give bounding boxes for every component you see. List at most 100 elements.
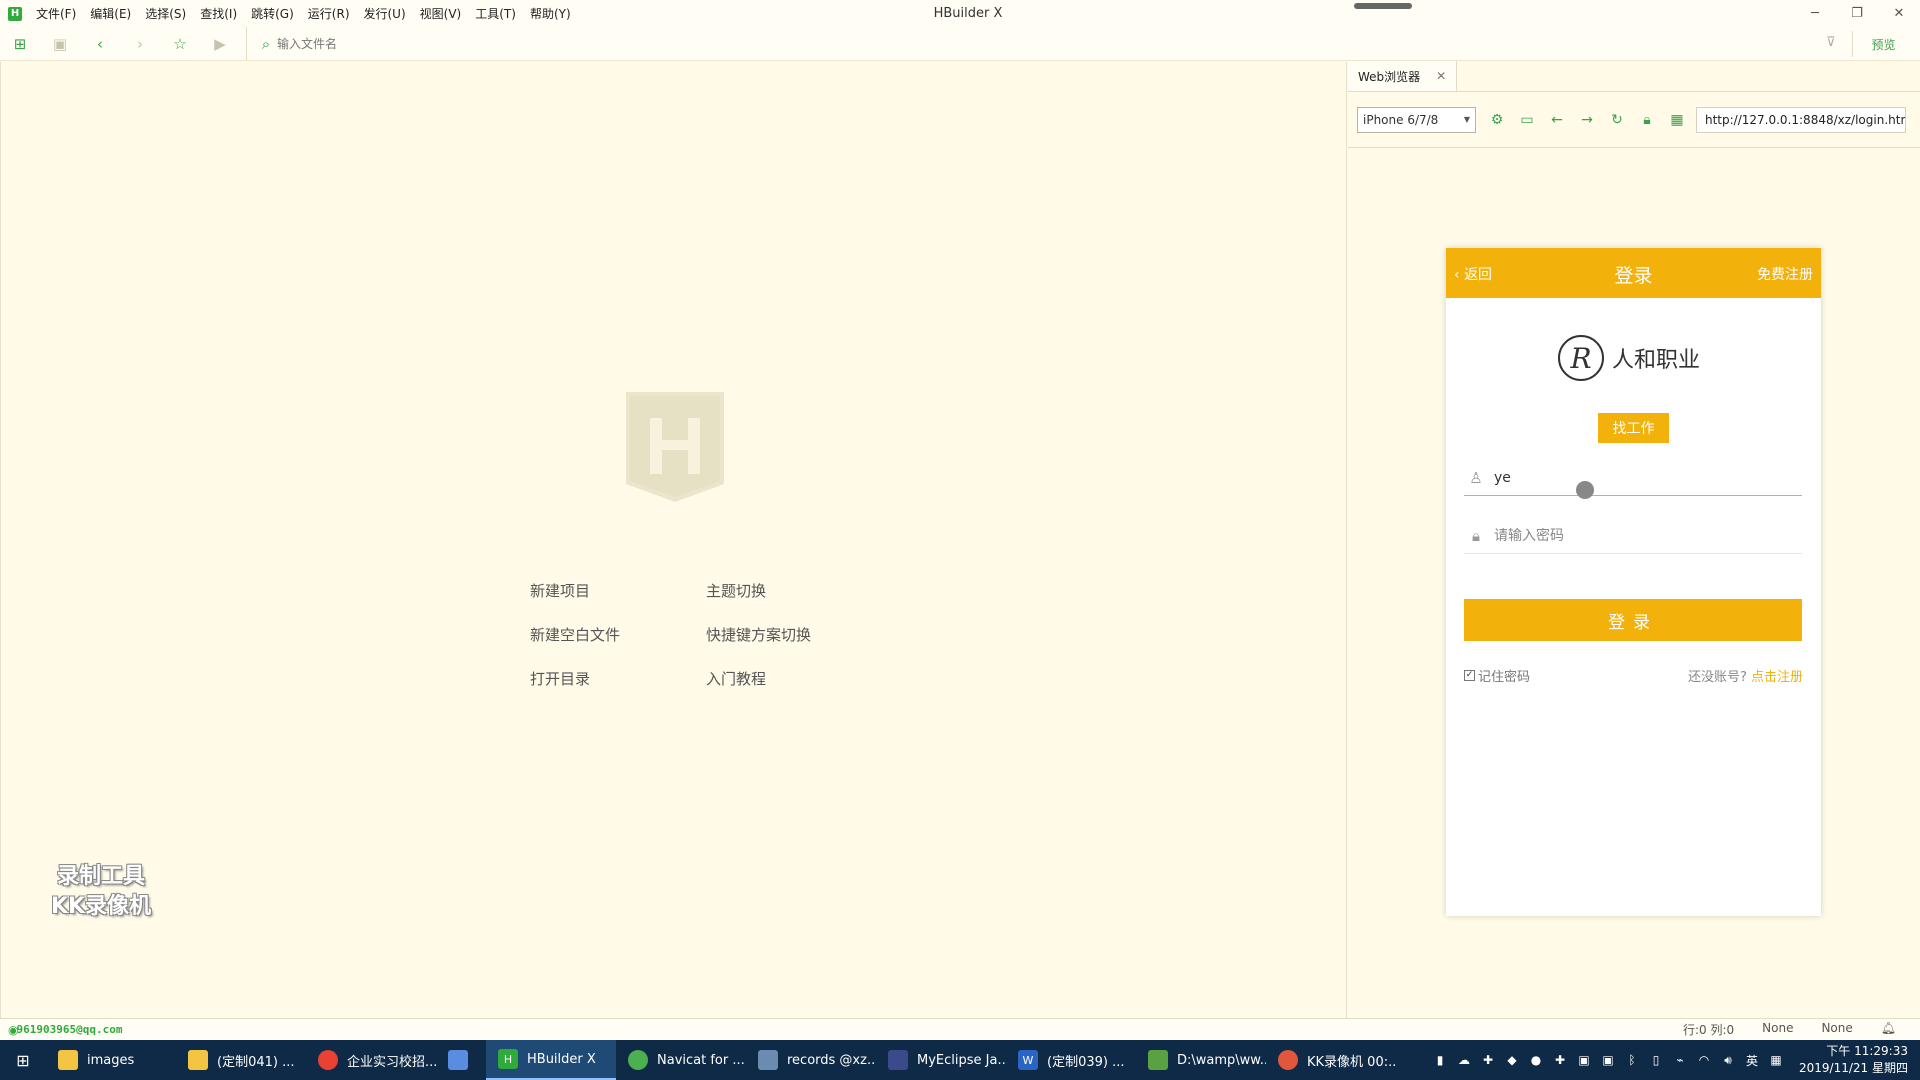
console-icon[interactable]: ▭ [1512, 112, 1542, 128]
wifi-icon[interactable]: ◠ [1692, 1053, 1716, 1067]
encoding-status[interactable]: None [1762, 1021, 1793, 1038]
password-input[interactable] [1494, 527, 1774, 544]
keymap-switch-link[interactable]: 快捷键方案切换 [706, 624, 866, 645]
remember-checkbox[interactable]: ✓ [1464, 670, 1475, 681]
grid-icon[interactable]: ▦ [1662, 112, 1692, 128]
tutorial-link[interactable]: 入门教程 [706, 668, 866, 689]
forward-arrow-icon[interactable]: → [1572, 112, 1602, 128]
new-blank-file-link[interactable]: 新建空白文件 [530, 624, 706, 645]
network-icon[interactable]: ⌁ [1668, 1053, 1692, 1067]
welcome-links: 新建项目 主题切换 新建空白文件 快捷键方案切换 打开目录 入门教程 [530, 580, 866, 689]
taskbar-item[interactable]: MyEclipse Ja... [876, 1040, 1006, 1080]
login-button[interactable]: 登录 [1464, 599, 1802, 641]
menu-help[interactable]: 帮助(Y) [530, 5, 571, 22]
new-file-icon[interactable]: ⊞ [0, 35, 40, 53]
menu-edit[interactable]: 编辑(E) [90, 5, 131, 22]
device-select-value: iPhone 6/7/8 [1363, 112, 1439, 127]
back-icon[interactable]: ‹ [80, 35, 120, 53]
cursor-position: 行:0 列:0 [1682, 1023, 1735, 1037]
new-project-link[interactable]: 新建项目 [530, 580, 706, 601]
usb-icon[interactable]: ▯ [1644, 1053, 1668, 1067]
menu-publish[interactable]: 发行(U) [364, 5, 406, 22]
tray-icon[interactable]: ▮ [1428, 1053, 1452, 1067]
settings-icon[interactable]: ⚙ [1482, 112, 1512, 128]
forward-icon[interactable]: › [120, 35, 160, 53]
close-icon[interactable]: ✕ [1878, 0, 1920, 27]
status-right: 行:0 列:0 None None 🔔︎ [1655, 1021, 1896, 1038]
bluetooth-icon[interactable]: ᛒ [1620, 1053, 1644, 1067]
lock-icon[interactable]: 🔒︎ [1632, 112, 1662, 128]
password-field: 🔒︎ [1464, 518, 1802, 554]
brand-mark-icon: R [1558, 335, 1604, 381]
remember-password[interactable]: ✓ 记住密码 [1464, 666, 1530, 685]
find-job-button[interactable]: 找工作 [1598, 413, 1669, 443]
refresh-icon[interactable]: ↻ [1602, 112, 1632, 128]
username-field: ♙ [1464, 460, 1802, 496]
keyboard-icon[interactable]: ▦ [1764, 1053, 1788, 1067]
filter-icon[interactable]: ⊽ [1826, 35, 1836, 50]
minimize-icon[interactable]: ─ [1794, 0, 1836, 27]
username-input[interactable] [1494, 469, 1774, 486]
tray-icon[interactable]: ▣ [1572, 1053, 1596, 1067]
ime-indicator[interactable]: 英 [1740, 1052, 1764, 1069]
back-arrow-icon[interactable]: ← [1542, 112, 1572, 128]
window-controls: ─ ❐ ✕ [1794, 0, 1920, 27]
restore-icon[interactable]: ❐ [1836, 0, 1878, 27]
menu-view[interactable]: 视图(V) [420, 5, 462, 22]
tab-web-browser[interactable]: Web浏览器 ✕ [1348, 61, 1458, 91]
syntax-status[interactable]: None [1821, 1021, 1852, 1038]
menu-file[interactable]: 文件(F) [36, 5, 76, 22]
url-field[interactable]: http://127.0.0.1:8848/xz/login.html [1696, 106, 1906, 133]
taskbar: ⊞ images (定制041) ... 企业实习校招... H HBuilder… [0, 1040, 1920, 1080]
menu-tools[interactable]: 工具(T) [475, 5, 516, 22]
windows-start-icon[interactable]: ⊞ [0, 1040, 46, 1080]
save-icon[interactable]: ▣ [40, 35, 80, 53]
taskbar-item[interactable]: records @xz... [746, 1040, 876, 1080]
open-directory-link[interactable]: 打开目录 [530, 668, 706, 689]
taskbar-item[interactable]: W (定制039) ... [1006, 1040, 1136, 1080]
theme-switch-link[interactable]: 主题切换 [706, 580, 866, 601]
cloud-icon[interactable]: ☁ [1452, 1053, 1476, 1067]
tray-icon[interactable]: ◆ [1500, 1053, 1524, 1067]
notepad-icon [1148, 1050, 1168, 1070]
file-search: ⌕ [246, 26, 1786, 61]
bell-icon[interactable]: 🔔︎ [1881, 1021, 1896, 1038]
taskbar-item[interactable]: images [46, 1040, 176, 1080]
recorder-watermark: 录制工具 KK录像机 [31, 862, 171, 922]
taskbar-item[interactable]: 企业实习校招... [306, 1040, 436, 1080]
file-search-input[interactable] [277, 36, 677, 51]
taskbar-item[interactable]: D:\wamp\ww... [1136, 1040, 1266, 1080]
menu-goto[interactable]: 跳转(G) [251, 5, 294, 22]
tab-close-icon[interactable]: ✕ [1436, 69, 1446, 83]
taskbar-item-active[interactable]: H HBuilder X [486, 1040, 616, 1080]
tray-icon[interactable]: ✚ [1476, 1053, 1500, 1067]
menu-find[interactable]: 查找(I) [200, 5, 237, 22]
navicat-icon [628, 1050, 648, 1070]
file-search-icon: ⌕ [261, 34, 271, 53]
tray-icon[interactable]: ✚ [1548, 1053, 1572, 1067]
menu-bar: 文件(F) 编辑(E) 选择(S) 查找(I) 跳转(G) 运行(R) 发行(U… [36, 5, 585, 22]
editor-welcome: 新建项目 主题切换 新建空白文件 快捷键方案切换 打开目录 入门教程 录制工具 … [0, 62, 1347, 1018]
menu-select[interactable]: 选择(S) [145, 5, 186, 22]
title-bar: H 文件(F) 编辑(E) 选择(S) 查找(I) 跳转(G) 运行(R) 发行… [0, 0, 1920, 27]
taskbar-item[interactable] [436, 1040, 486, 1080]
status-bar: ◉ 961903965@qq.com 行:0 列:0 None None 🔔︎ [0, 1018, 1920, 1040]
device-select[interactable]: iPhone 6/7/8 ▼ [1357, 106, 1476, 133]
taskbar-item[interactable]: Navicat for ... [616, 1040, 746, 1080]
star-icon[interactable]: ☆ [160, 35, 200, 53]
clock[interactable]: 下午 11:29:33 2019/11/21 星期四 [1799, 1043, 1908, 1077]
taskbar-item[interactable]: KK录像机 00:... [1266, 1040, 1396, 1080]
signup-link[interactable]: 点击注册 [1751, 670, 1803, 685]
menu-run[interactable]: 运行(R) [308, 5, 350, 22]
account-email[interactable]: 961903965@qq.com [16, 1023, 122, 1036]
volume-icon[interactable]: 🔊︎ [1716, 1053, 1740, 1068]
tray-icon[interactable]: ▣ [1596, 1053, 1620, 1067]
remember-label: 记住密码 [1478, 670, 1531, 685]
preview-button[interactable]: 预览 [1852, 31, 1914, 57]
run-icon[interactable]: ▶ [200, 35, 240, 53]
taskbar-item[interactable]: (定制041) ... [176, 1040, 306, 1080]
watermark-line-2: KK录像机 [50, 894, 152, 919]
free-register-link[interactable]: 免费注册 [1757, 264, 1813, 284]
user-icon: ♙ [1469, 468, 1483, 487]
tray-icon[interactable]: ● [1524, 1053, 1548, 1067]
